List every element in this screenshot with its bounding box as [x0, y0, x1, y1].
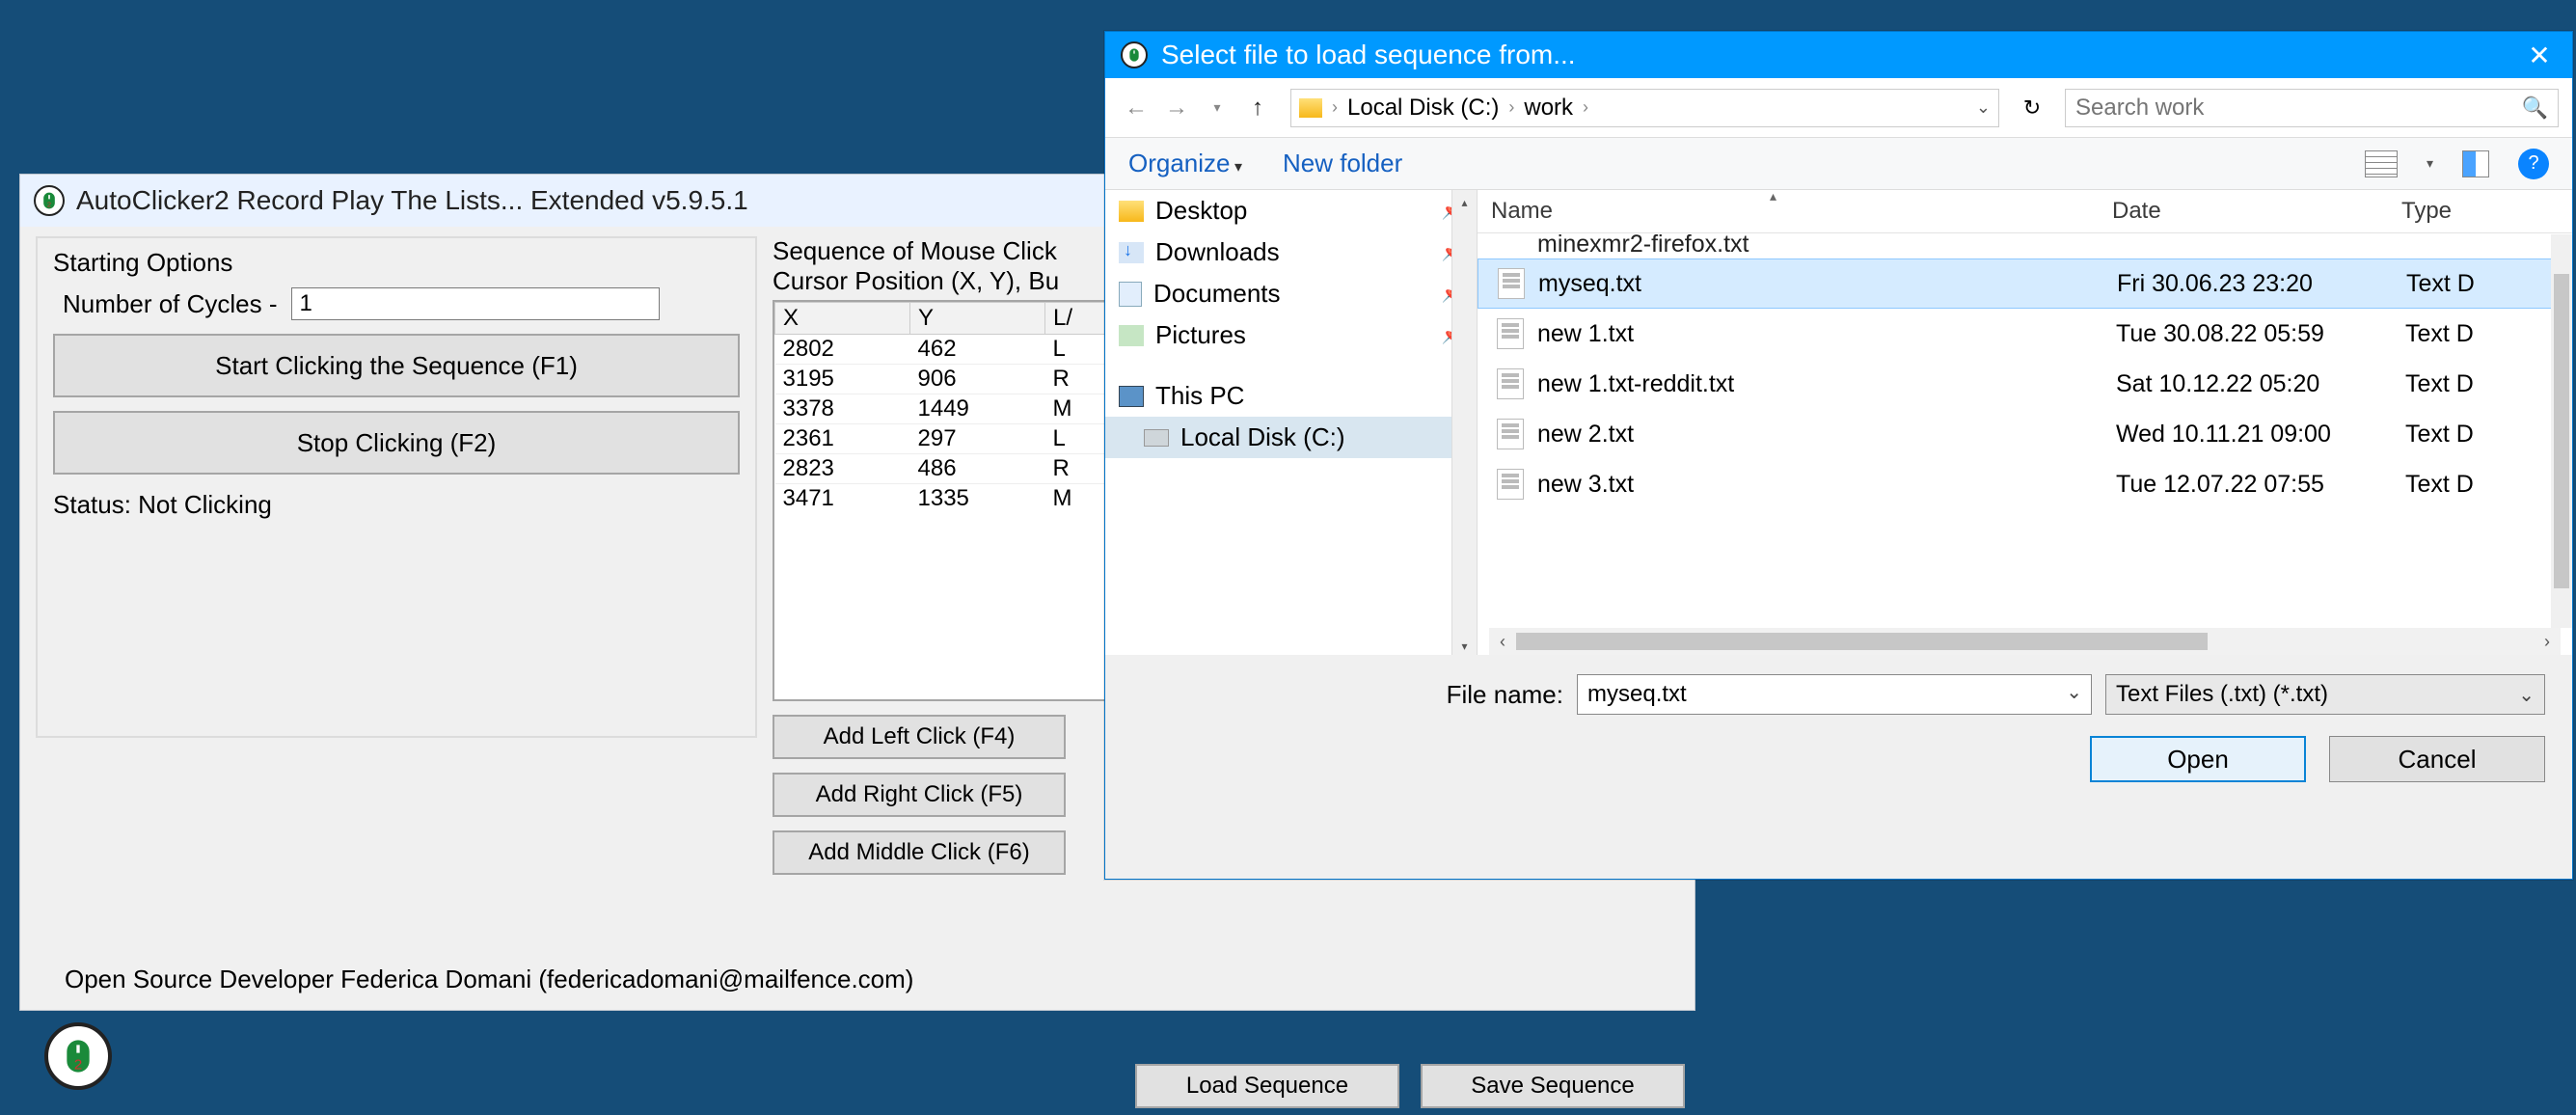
- downloads-icon: [1119, 242, 1144, 263]
- dialog-title-text: Select file to load sequence from...: [1161, 40, 2508, 70]
- text-file-icon: [1498, 268, 1525, 299]
- help-icon[interactable]: ?: [2518, 149, 2549, 179]
- starting-options-label: Starting Options: [53, 248, 740, 278]
- address-bar[interactable]: › Local Disk (C:) › work › ⌄: [1290, 89, 1999, 127]
- text-file-icon: [1497, 469, 1524, 500]
- cancel-button[interactable]: Cancel: [2329, 736, 2545, 782]
- cycles-label: Number of Cycles -: [63, 289, 278, 319]
- add-middle-click-button[interactable]: Add Middle Click (F6): [773, 830, 1066, 875]
- column-date[interactable]: Date: [2099, 190, 2388, 232]
- tree-this-pc[interactable]: This PC: [1105, 375, 1477, 417]
- file-row[interactable]: new 1.txtTue 30.08.22 05:59Text D: [1478, 309, 2572, 359]
- tree-label: Pictures: [1155, 320, 1246, 350]
- view-mode-icon[interactable]: [2365, 150, 2398, 177]
- tree-label: This PC: [1155, 381, 1244, 411]
- search-icon[interactable]: 🔍: [2522, 95, 2548, 121]
- column-type[interactable]: Type: [2388, 190, 2572, 232]
- search-box[interactable]: 🔍: [2065, 89, 2559, 127]
- sort-indicator-icon: ▴: [1770, 190, 1776, 204]
- close-icon[interactable]: ✕: [2522, 40, 2557, 71]
- tree-local-disk[interactable]: Local Disk (C:): [1105, 417, 1477, 458]
- tree-desktop[interactable]: Desktop📌: [1105, 190, 1477, 231]
- pictures-icon: [1119, 325, 1144, 346]
- taskbar-app-icon[interactable]: 2: [37, 1015, 120, 1098]
- app-footer: Open Source Developer Federica Domani (f…: [65, 965, 913, 994]
- cycles-input[interactable]: [291, 287, 660, 320]
- col-y[interactable]: Y: [910, 303, 1045, 335]
- status-text: Status: Not Clicking: [53, 490, 740, 520]
- add-right-click-button[interactable]: Add Right Click (F5): [773, 773, 1066, 817]
- scroll-right-icon[interactable]: ›: [2534, 632, 2561, 652]
- nav-toolbar: ← → ▾ ↑ › Local Disk (C:) › work › ⌄ ↻ 🔍: [1105, 78, 2572, 138]
- tree-label: Desktop: [1155, 196, 1247, 226]
- explorer-toolbar: Organize New folder ▾ ?: [1105, 138, 2572, 190]
- tree-label: Documents: [1153, 279, 1281, 309]
- start-clicking-button[interactable]: Start Clicking the Sequence (F1): [53, 334, 740, 397]
- tree-label: Local Disk (C:): [1180, 422, 1344, 452]
- file-row[interactable]: new 2.txtWed 10.11.21 09:00Text D: [1478, 409, 2572, 459]
- pc-icon: [1119, 386, 1144, 407]
- file-vscrollbar[interactable]: [2551, 234, 2572, 628]
- nav-history-dropdown-icon[interactable]: ▾: [1200, 91, 1234, 125]
- file-open-dialog: Select file to load sequence from... ✕ ←…: [1104, 31, 2573, 880]
- filename-input[interactable]: [1577, 674, 2092, 715]
- file-list: ▴ Name Date Type minexmr2-firefox.txt my…: [1478, 190, 2572, 655]
- file-hscrollbar[interactable]: ‹ ›: [1489, 628, 2561, 655]
- tree-documents[interactable]: Documents📌: [1105, 273, 1477, 314]
- search-input[interactable]: [2075, 95, 2522, 122]
- tree-pictures[interactable]: Pictures📌: [1105, 314, 1477, 356]
- file-row[interactable]: new 3.txtTue 12.07.22 07:55Text D: [1478, 459, 2572, 509]
- save-sequence-button[interactable]: Save Sequence: [1421, 1064, 1685, 1108]
- documents-icon: [1119, 282, 1142, 307]
- view-dropdown-icon[interactable]: ▾: [2427, 155, 2433, 172]
- file-row[interactable]: myseq.txtFri 30.06.23 23:20Text D: [1478, 258, 2572, 309]
- file-row[interactable]: new 1.txt-reddit.txtSat 10.12.22 05:20Te…: [1478, 359, 2572, 409]
- tree-scrollbar[interactable]: ▴▾: [1451, 190, 1477, 655]
- filename-label: File name:: [1447, 680, 1563, 710]
- dialog-titlebar[interactable]: Select file to load sequence from... ✕: [1105, 32, 2572, 78]
- app-icon: 2: [34, 185, 65, 216]
- scroll-left-icon[interactable]: ‹: [1489, 632, 1516, 652]
- column-name[interactable]: Name: [1478, 190, 2099, 232]
- text-file-icon: [1497, 368, 1524, 399]
- new-folder-button[interactable]: New folder: [1283, 149, 1402, 178]
- nav-forward-icon[interactable]: →: [1159, 91, 1194, 125]
- folder-icon: [1299, 98, 1322, 118]
- app-title-text: AutoClicker2 Record Play The Lists... Ex…: [76, 185, 748, 216]
- filetype-select[interactable]: Text Files (.txt) (*.txt): [2105, 674, 2545, 715]
- file-row-partial[interactable]: minexmr2-firefox.txt: [1478, 233, 2572, 258]
- starting-options-group: Starting Options Number of Cycles - Star…: [36, 236, 757, 738]
- open-button[interactable]: Open: [2090, 736, 2306, 782]
- refresh-icon[interactable]: ↻: [2015, 91, 2049, 125]
- svg-text:2: 2: [47, 201, 51, 209]
- preview-pane-icon[interactable]: [2462, 150, 2489, 177]
- breadcrumb-local-disk[interactable]: Local Disk (C:): [1347, 95, 1499, 122]
- chevron-right-icon: ›: [1583, 97, 1588, 118]
- disk-icon: [1144, 429, 1169, 447]
- breadcrumb-work[interactable]: work: [1524, 95, 1573, 122]
- dialog-app-icon: [1121, 41, 1148, 68]
- nav-tree: Desktop📌 Downloads📌 Documents📌 Pictures📌…: [1105, 190, 1478, 655]
- col-x[interactable]: X: [775, 303, 910, 335]
- tree-label: Downloads: [1155, 237, 1280, 267]
- address-dropdown-icon[interactable]: ⌄: [1976, 97, 1991, 118]
- load-sequence-button[interactable]: Load Sequence: [1135, 1064, 1399, 1108]
- nav-up-icon[interactable]: ↑: [1240, 91, 1275, 125]
- stop-clicking-button[interactable]: Stop Clicking (F2): [53, 411, 740, 475]
- text-file-icon: [1497, 419, 1524, 449]
- desktop-icon: [1119, 201, 1144, 222]
- add-left-click-button[interactable]: Add Left Click (F4): [773, 715, 1066, 759]
- text-file-icon: [1497, 318, 1524, 349]
- tree-downloads[interactable]: Downloads📌: [1105, 231, 1477, 273]
- nav-back-icon[interactable]: ←: [1119, 91, 1153, 125]
- chevron-right-icon: ›: [1508, 97, 1514, 118]
- chevron-right-icon: ›: [1332, 97, 1338, 118]
- organize-menu[interactable]: Organize: [1128, 149, 1242, 178]
- app-icon: 2: [44, 1022, 112, 1090]
- svg-text:2: 2: [74, 1056, 82, 1073]
